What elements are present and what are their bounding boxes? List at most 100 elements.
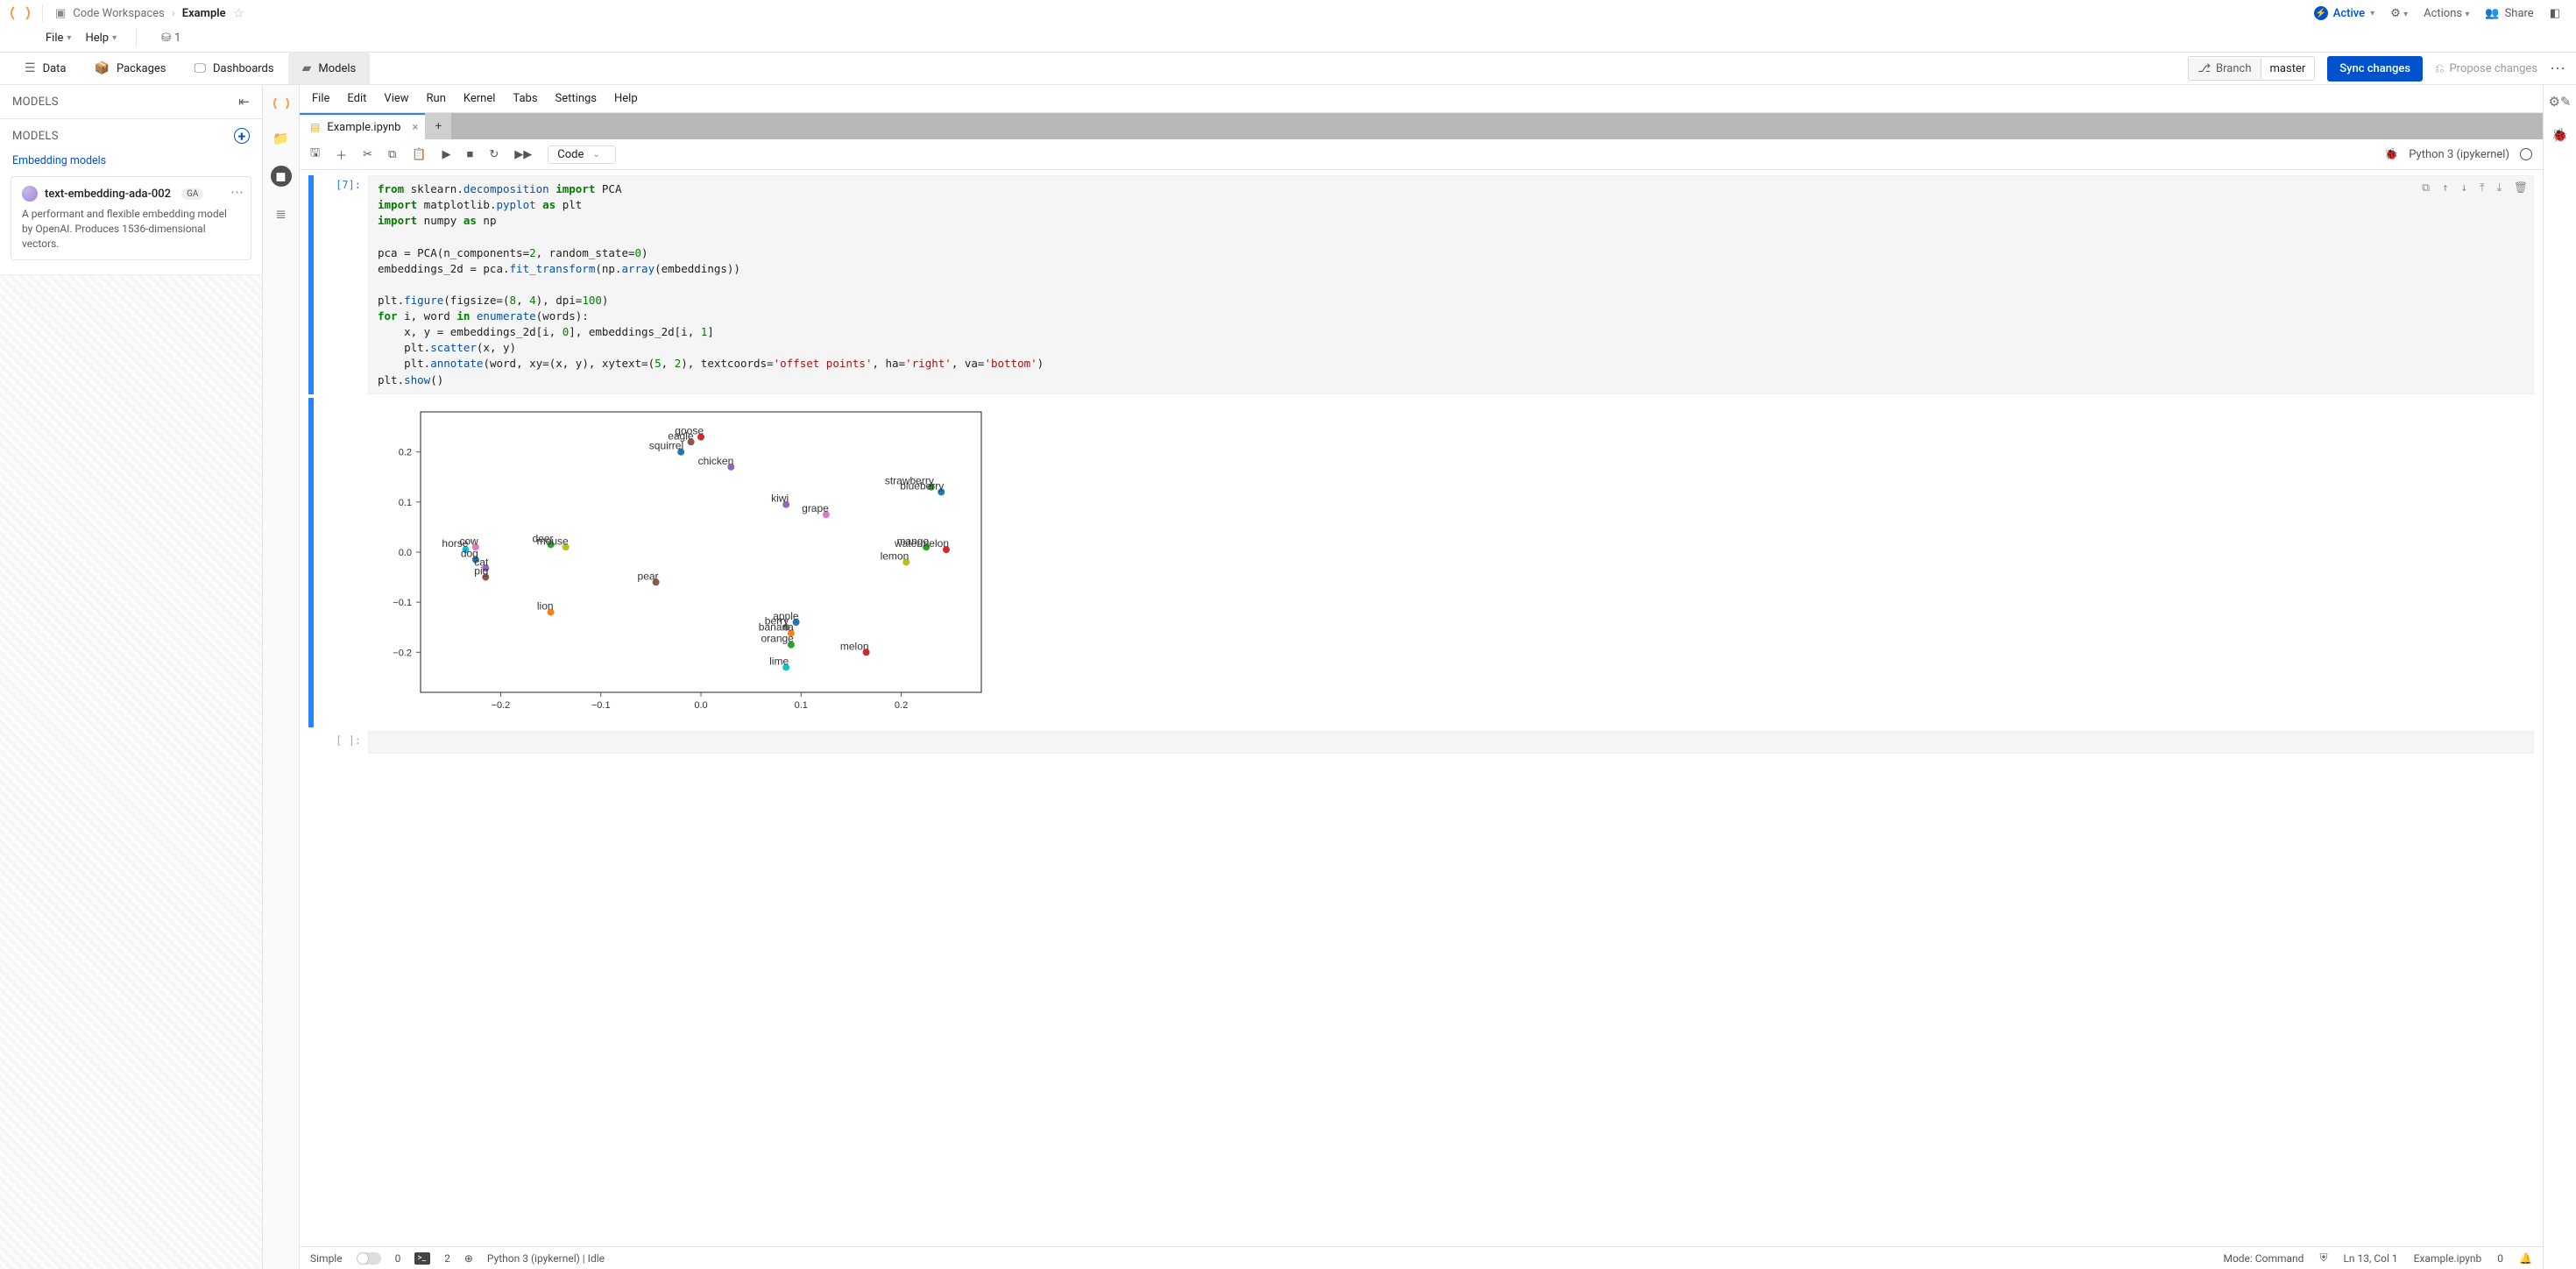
cell-prompt-empty: [ ]: bbox=[321, 731, 361, 754]
empty-code-cell[interactable]: [ ]: bbox=[300, 729, 2543, 755]
branch-name: master bbox=[2261, 59, 2315, 79]
nb-menu-tabs[interactable]: Tabs bbox=[513, 92, 537, 105]
share-button[interactable]: 👥 Share bbox=[2485, 7, 2533, 20]
lifecycle-icon[interactable]: ⊕ bbox=[464, 1252, 473, 1265]
cut-icon[interactable]: ✂ bbox=[363, 148, 372, 161]
more-menu-icon[interactable]: ⋯ bbox=[2550, 60, 2565, 78]
resource-count[interactable]: ⛁ 1 bbox=[161, 32, 180, 45]
actions-menu[interactable]: Actions ▾ bbox=[2424, 7, 2469, 20]
notebook-tab[interactable]: ▤ Example.ipynb × bbox=[300, 113, 425, 139]
pull-request-icon: ⎌ bbox=[2435, 62, 2444, 75]
nb-menu-edit[interactable]: Edit bbox=[347, 92, 366, 105]
copy-icon[interactable]: ⧉ bbox=[388, 148, 396, 161]
status-count-2: 0 bbox=[2497, 1252, 2503, 1265]
code-input[interactable]: ⧉↑↓⤒⤓🗑from sklearn.decomposition import … bbox=[368, 175, 2534, 394]
kernel-name[interactable]: Python 3 (ipykernel) bbox=[2409, 148, 2509, 161]
save-icon[interactable]: 🖫 bbox=[310, 145, 320, 164]
tab-dashboards[interactable]: 🖵Dashboards bbox=[180, 53, 288, 84]
svg-text:orange: orange bbox=[761, 632, 794, 644]
app-header: ▣ Code Workspaces › Example ☆ ⚡ Active ▾… bbox=[0, 0, 2576, 53]
tab-packages[interactable]: 📦Packages bbox=[81, 53, 180, 84]
celltype-select[interactable]: Code ⌄ bbox=[548, 145, 616, 164]
code-cell[interactable]: [7]: ⧉↑↓⤒⤓🗑from sklearn.decomposition im… bbox=[300, 174, 2543, 396]
tab-data[interactable]: ☰Data bbox=[11, 53, 81, 84]
nb-menu-run[interactable]: Run bbox=[427, 92, 446, 105]
status-active[interactable]: ⚡ Active ▾ bbox=[2314, 6, 2374, 20]
insert-above-icon[interactable]: ⤒ bbox=[2480, 180, 2485, 195]
sync-changes-button[interactable]: Sync changes bbox=[2327, 56, 2423, 82]
panel-subtitle: MODELS bbox=[12, 130, 59, 143]
add-cell-icon[interactable]: ＋ bbox=[336, 146, 347, 163]
svg-text:grape: grape bbox=[802, 502, 829, 514]
empty-code-input[interactable] bbox=[368, 731, 2534, 754]
collapse-panel-icon[interactable]: ⇤ bbox=[238, 94, 250, 110]
nb-menu-help[interactable]: Help bbox=[614, 92, 638, 105]
notebook-file-icon: ▤ bbox=[310, 121, 320, 133]
run-icon[interactable]: ▶ bbox=[442, 148, 450, 161]
move-up-icon[interactable]: ↑ bbox=[2442, 180, 2449, 195]
card-more-icon[interactable]: ⋯ bbox=[230, 184, 244, 200]
caret-down-icon: ▾ bbox=[2370, 9, 2374, 18]
stop-icon[interactable]: ■ bbox=[466, 147, 473, 161]
delete-cell-icon[interactable]: 🗑 bbox=[2514, 180, 2528, 195]
svg-text:mouse: mouse bbox=[537, 535, 569, 547]
status-mode: Mode: Command bbox=[2223, 1252, 2304, 1265]
window-icon: ▣ bbox=[55, 7, 66, 20]
debug-panel-icon[interactable]: 🐞 bbox=[2551, 127, 2568, 143]
menu-help[interactable]: Help▾ bbox=[85, 32, 117, 45]
nb-menu-view[interactable]: View bbox=[384, 92, 408, 105]
breadcrumb-sep: › bbox=[172, 7, 175, 20]
insert-below-icon[interactable]: ⤓ bbox=[2497, 180, 2502, 195]
nb-menu-file[interactable]: File bbox=[312, 92, 329, 105]
db-icon: ⛁ bbox=[161, 32, 171, 45]
paste-icon[interactable]: 📋 bbox=[412, 148, 426, 161]
share-label: Share bbox=[2505, 7, 2534, 20]
status-terminals: 2 bbox=[444, 1252, 450, 1265]
favorite-star-icon[interactable]: ☆ bbox=[233, 5, 244, 21]
models-panel: MODELS ⇤ MODELS + Embedding models text-… bbox=[0, 85, 263, 1269]
model-group-label: Embedding models bbox=[0, 147, 262, 171]
status-file[interactable]: Example.ipynb bbox=[2414, 1252, 2482, 1265]
ga-badge: GA bbox=[181, 188, 203, 200]
status-kernel[interactable]: Python 3 (ipykernel) | Idle bbox=[487, 1252, 605, 1265]
gear-icon[interactable]: ⚙ ▾ bbox=[2390, 7, 2408, 20]
notebook-body[interactable]: [7]: ⧉↑↓⤒⤓🗑from sklearn.decomposition im… bbox=[300, 170, 2543, 1246]
debug-icon[interactable]: 🐞 bbox=[2384, 148, 2398, 161]
svg-text:watermelon: watermelon bbox=[894, 537, 949, 549]
svg-text:−0.1: −0.1 bbox=[393, 598, 412, 608]
model-card[interactable]: text-embedding-ada-002 GA ⋯ A performant… bbox=[11, 176, 251, 260]
close-tab-icon[interactable]: × bbox=[413, 121, 419, 134]
menu-file[interactable]: File▾ bbox=[46, 32, 71, 45]
breadcrumb-root[interactable]: Code Workspaces bbox=[73, 7, 165, 20]
panel-toggle-icon[interactable]: ◧ bbox=[2550, 7, 2560, 20]
rail-toc-icon[interactable]: ≣ bbox=[275, 206, 287, 222]
notebook-menubar: File Edit View Run Kernel Tabs Settings … bbox=[300, 85, 2543, 113]
status-count-1: 0 bbox=[395, 1252, 401, 1265]
move-down-icon[interactable]: ↓ bbox=[2461, 180, 2468, 195]
rail-running-icon[interactable]: ◼ bbox=[271, 166, 292, 187]
trusted-icon[interactable]: ⛨ bbox=[2319, 1251, 2327, 1265]
right-rail: ⚙✎ 🐞 bbox=[2543, 85, 2576, 1269]
nb-menu-kernel[interactable]: Kernel bbox=[464, 92, 496, 105]
bell-icon[interactable]: 🔔 bbox=[2519, 1252, 2532, 1265]
nb-menu-settings[interactable]: Settings bbox=[556, 92, 597, 105]
panel-empty-area bbox=[0, 274, 262, 1269]
tab-models[interactable]: ▰Models bbox=[288, 53, 371, 84]
property-inspector-icon[interactable]: ⚙✎ bbox=[2548, 94, 2571, 110]
breadcrumb-bar: ▣ Code Workspaces › Example ☆ ⚡ Active ▾… bbox=[0, 0, 2576, 26]
breadcrumb-current[interactable]: Example bbox=[182, 7, 226, 20]
simple-mode-toggle[interactable] bbox=[357, 1252, 381, 1265]
branch-select[interactable]: ⎇Branch master bbox=[2188, 56, 2315, 81]
run-all-icon[interactable]: ▶▶ bbox=[514, 148, 532, 161]
add-tab-button[interactable]: + bbox=[425, 113, 451, 139]
terminal-count-chip[interactable]: >_ bbox=[414, 1252, 430, 1265]
svg-text:−0.2: −0.2 bbox=[393, 648, 412, 658]
svg-text:−0.2: −0.2 bbox=[492, 700, 511, 711]
restart-icon[interactable]: ↻ bbox=[489, 148, 499, 161]
output-prompt bbox=[321, 398, 361, 727]
add-model-button[interactable]: + bbox=[234, 128, 250, 144]
duplicate-cell-icon[interactable]: ⧉ bbox=[2422, 180, 2430, 195]
svg-text:melon: melon bbox=[840, 640, 869, 652]
context-tab-strip: ☰Data 📦Packages 🖵Dashboards ▰Models ⎇Bra… bbox=[0, 53, 2576, 85]
rail-folder-icon[interactable]: 📁 bbox=[272, 131, 289, 146]
